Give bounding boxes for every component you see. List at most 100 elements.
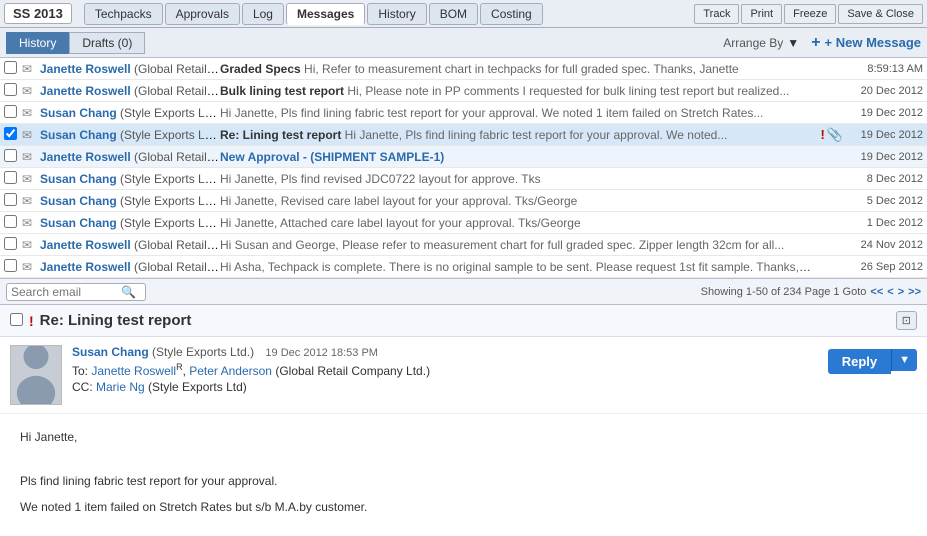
email-icon: ✉: [22, 194, 40, 208]
email-row-selected[interactable]: ✉ Susan Chang (Style Exports Ltd.) Re: L…: [0, 124, 927, 146]
reply-btn-container: Reply ▼: [828, 345, 917, 405]
body-greeting: Hi Janette,: [20, 428, 907, 447]
meta-sender-line: Susan Chang (Style Exports Ltd.) 19 Dec …: [72, 345, 818, 359]
email-row[interactable]: ✉ Susan Chang (Style Exports Ltd.) Hi Ja…: [0, 168, 927, 190]
email-row[interactable]: ✉ Janette Roswell (Global Retail Company…: [0, 146, 927, 168]
arrange-by-control: Arrange By ▼: [723, 36, 799, 50]
arrange-by-label: Arrange By: [723, 36, 783, 50]
email-row[interactable]: ✉ Susan Chang (Style Exports Ltd.) Hi Ja…: [0, 212, 927, 234]
tab-costing[interactable]: Costing: [480, 3, 543, 25]
row-checkbox[interactable]: [4, 259, 22, 275]
track-button[interactable]: Track: [694, 4, 739, 24]
email-icon: ✉: [22, 260, 40, 274]
view-tabs: History Drafts (0): [6, 32, 145, 54]
email-date: 19 Dec 2012: [843, 151, 923, 163]
sender-name: Janette Roswell (Global Retail Company L…: [40, 260, 220, 274]
row-checkbox[interactable]: [4, 61, 22, 77]
email-date: 8 Dec 2012: [843, 173, 923, 185]
search-icon[interactable]: 🔍: [121, 285, 136, 299]
email-icon: ✉: [22, 128, 40, 142]
view-tab-drafts[interactable]: Drafts (0): [69, 32, 145, 54]
tab-log[interactable]: Log: [242, 3, 284, 25]
email-row[interactable]: ✉ Janette Roswell (Global Retail Company…: [0, 80, 927, 102]
tab-history[interactable]: History: [367, 3, 426, 25]
cc-recipient[interactable]: Marie Ng: [96, 380, 145, 394]
tab-bom[interactable]: BOM: [429, 3, 478, 25]
to-recipient2[interactable]: Peter Anderson: [189, 364, 272, 378]
tab-techpacks[interactable]: Techpacks: [84, 3, 163, 25]
tab-messages[interactable]: Messages: [286, 3, 365, 25]
page-next-button[interactable]: >: [898, 286, 904, 298]
sender-name: Susan Chang (Style Exports Ltd.): [40, 194, 220, 208]
search-box: 🔍: [6, 283, 146, 301]
print-button[interactable]: Print: [741, 4, 782, 24]
avatar-svg: [11, 345, 61, 404]
attachment-icon: 📎: [827, 127, 843, 143]
list-footer: 🔍 Showing 1-50 of 234 Page 1 Goto << < >…: [0, 279, 927, 305]
cc-label: CC:: [72, 380, 93, 394]
arrange-dropdown-icon[interactable]: ▼: [787, 36, 799, 50]
preview-expand-button[interactable]: ⊡: [896, 311, 917, 330]
email-date: 20 Dec 2012: [843, 85, 923, 97]
email-subject: Hi Janette, Revised care label layout fo…: [220, 194, 813, 208]
row-checkbox[interactable]: [4, 83, 22, 99]
email-row[interactable]: ✉ Susan Chang (Style Exports Ltd.) Hi Ja…: [0, 102, 927, 124]
row-checkbox[interactable]: [4, 193, 22, 209]
freeze-button[interactable]: Freeze: [784, 4, 836, 24]
email-row[interactable]: ✉ Janette Roswell (Global Retail Company…: [0, 58, 927, 80]
to-recipient1[interactable]: Janette Roswell: [91, 364, 176, 378]
email-date: 26 Sep 2012: [843, 261, 923, 273]
sender-name: Susan Chang (Style Exports Ltd.): [40, 128, 220, 142]
email-icon: ✉: [22, 62, 40, 76]
row-checkbox[interactable]: [4, 237, 22, 253]
email-date: 19 Dec 2012: [843, 129, 923, 141]
email-row[interactable]: ✉ Janette Roswell (Global Retail Company…: [0, 234, 927, 256]
urgent-flag-icon: !: [820, 127, 824, 142]
top-bar: SS 2013 Techpacks Approvals Log Messages…: [0, 0, 927, 28]
reply-dropdown-button[interactable]: ▼: [891, 349, 917, 371]
email-icon: ✉: [22, 84, 40, 98]
nav-tabs: Techpacks Approvals Log Messages History…: [84, 3, 691, 25]
email-icon: ✉: [22, 216, 40, 230]
reply-button[interactable]: Reply: [828, 349, 891, 374]
email-row[interactable]: ✉ Janette Roswell (Global Retail Company…: [0, 256, 927, 278]
new-message-plus: +: [811, 34, 820, 52]
page-first-button[interactable]: <<: [870, 286, 883, 298]
row-checkbox[interactable]: [4, 127, 22, 143]
email-flags: ! 📎: [813, 127, 843, 143]
email-subject: Bulk lining test report Hi, Please note …: [220, 84, 813, 98]
message-body: Hi Janette, Pls find lining fabric test …: [0, 414, 927, 536]
new-message-label: + New Message: [825, 35, 921, 50]
sender-name: Janette Roswell (Global Retail Company L…: [40, 84, 220, 98]
sender-name: Susan Chang (Style Exports Ltd.): [40, 172, 220, 186]
save-close-button[interactable]: Save & Close: [838, 4, 923, 24]
meta-to-line: To: Janette RoswellR, Peter Anderson (Gl…: [72, 362, 818, 378]
email-subject: Hi Janette, Pls find revised JDC0722 lay…: [220, 172, 813, 186]
email-subject: Hi Janette, Attached care label layout f…: [220, 216, 813, 230]
email-row[interactable]: ✉ Susan Chang (Style Exports Ltd.) Hi Ja…: [0, 190, 927, 212]
message-meta: Susan Chang (Style Exports Ltd.) 19 Dec …: [0, 337, 927, 414]
body-line2: We noted 1 item failed on Stretch Rates …: [20, 498, 907, 517]
email-subject: Hi Asha, Techpack is complete. There is …: [220, 260, 813, 274]
pagination-text: Showing 1-50 of 234 Page 1 Goto: [701, 286, 867, 298]
preview-checkbox[interactable]: [10, 313, 23, 329]
row-checkbox[interactable]: [4, 149, 22, 165]
view-tab-history[interactable]: History: [6, 32, 69, 54]
row-checkbox[interactable]: [4, 171, 22, 187]
to-company: (Global Retail Company Ltd.): [275, 364, 430, 378]
row-checkbox[interactable]: [4, 105, 22, 121]
pagination-info: Showing 1-50 of 234 Page 1 Goto << < > >…: [701, 286, 921, 298]
new-message-button[interactable]: + + New Message: [811, 34, 921, 52]
page-last-button[interactable]: >>: [908, 286, 921, 298]
body-line1: Pls find lining fabric test report for y…: [20, 472, 907, 491]
avatar: [10, 345, 62, 405]
row-checkbox[interactable]: [4, 215, 22, 231]
search-input[interactable]: [11, 285, 121, 299]
tab-approvals[interactable]: Approvals: [165, 3, 240, 25]
page-prev-button[interactable]: <: [887, 286, 893, 298]
cc-company: (Style Exports Ltd): [148, 380, 247, 394]
meta-date: 19 Dec 2012 18:53 PM: [265, 347, 378, 359]
sender-name: Susan Chang (Style Exports Ltd.): [40, 106, 220, 120]
email-icon: ✉: [22, 172, 40, 186]
meta-sender-name: Susan Chang: [72, 345, 149, 359]
